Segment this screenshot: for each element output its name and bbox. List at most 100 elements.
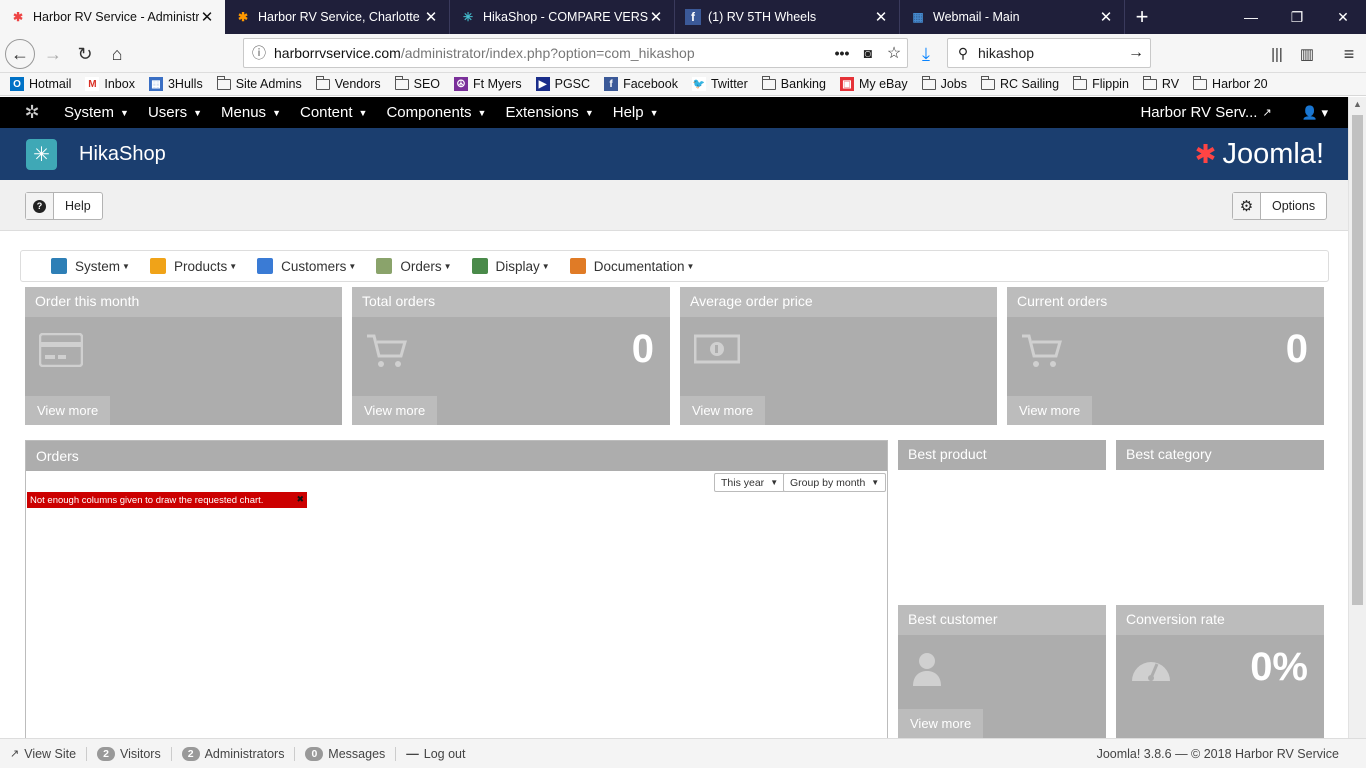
caret-down-icon: ▼ (770, 478, 779, 487)
reload-icon[interactable]: ↻ (70, 39, 100, 69)
scroll-up-icon[interactable]: ▲ (1353, 99, 1362, 109)
menu-extensions[interactable]: Extensions ▼ (505, 104, 593, 121)
bookmark-seo[interactable]: SEO (394, 75, 440, 91)
bookmark-site-admins[interactable]: Site Admins (216, 75, 302, 91)
menu-system[interactable]: System ▼ (64, 104, 129, 121)
help-button[interactable]: ? Help (25, 192, 103, 220)
messages-link[interactable]: 0 Messages (305, 746, 397, 761)
restore-icon[interactable]: ❐ (1274, 0, 1320, 34)
menu-components[interactable]: Components ▼ (386, 104, 486, 121)
bookmark-hotmail[interactable]: O Hotmail (10, 77, 71, 91)
browser-tab-3[interactable]: ✳ HikaShop - COMPARE VERSION ✕ (450, 0, 675, 34)
hikashop-menu-display[interactable]: Display ▼ (471, 258, 550, 274)
view-more-link[interactable]: View more (1007, 396, 1093, 425)
hikashop-menu-customers[interactable]: Customers ▼ (257, 258, 356, 274)
products-icon (149, 258, 166, 274)
new-tab-icon[interactable]: + (1125, 0, 1159, 34)
outlook-icon: O (10, 77, 24, 91)
menu-help[interactable]: Help ▼ (613, 104, 659, 121)
close-icon[interactable]: ✖ (296, 494, 304, 505)
close-tab-icon[interactable]: ✕ (1098, 8, 1114, 26)
bookmark-3hulls[interactable]: ▦ 3Hulls (148, 77, 203, 91)
bookmark-banking[interactable]: Banking (761, 75, 826, 91)
close-tab-icon[interactable]: ✕ (423, 8, 439, 26)
visitors-link[interactable]: 2 Visitors (97, 746, 172, 761)
group-select[interactable]: Group by month ▼ (783, 473, 887, 492)
tab-title: Harbor RV Service, Charlotte H (258, 10, 423, 24)
bookmark-rv[interactable]: RV (1142, 75, 1179, 91)
bookmark-flippin[interactable]: Flippin (1073, 75, 1129, 91)
period-select[interactable]: This year ▼ (714, 473, 786, 492)
menu-menus[interactable]: Menus ▼ (221, 104, 281, 121)
bookmark-label: RC Sailing (1000, 77, 1060, 91)
back-icon[interactable]: ← (5, 39, 35, 69)
card-current-orders: Current orders 0 View more (1007, 287, 1324, 425)
sidebar-icon[interactable]: ▥ (1292, 39, 1322, 69)
tab-title: (1) RV 5TH Wheels (708, 10, 817, 24)
gmail-icon: M (85, 77, 100, 91)
search-go-icon[interactable]: → (1122, 44, 1150, 62)
view-more-link[interactable]: View more (25, 396, 111, 425)
minimize-icon[interactable]: — (1228, 0, 1274, 34)
pocket-icon[interactable]: ◙ (855, 45, 881, 61)
close-window-icon[interactable]: ✕ (1320, 0, 1366, 34)
page-actions-icon[interactable]: ••• (829, 45, 855, 61)
info-icon[interactable]: ⓘ (244, 43, 274, 63)
options-button[interactable]: ⚙ Options (1232, 192, 1328, 220)
bookmark-facebook[interactable]: f Facebook (604, 77, 678, 91)
bookmark-harbor-20[interactable]: Harbor 20 (1193, 75, 1268, 91)
hikashop-menu-products[interactable]: Products ▼ (149, 258, 237, 274)
bookmark-star-icon[interactable]: ☆ (881, 43, 907, 63)
forward-icon[interactable]: → (38, 39, 68, 69)
visitors-badge: 2 (97, 746, 115, 761)
hikashop-menu-orders[interactable]: Orders ▼ (376, 258, 452, 274)
menu-content[interactable]: Content ▼ (300, 104, 367, 121)
bookmark-my-ebay[interactable]: ▣ My eBay (839, 77, 908, 91)
view-site-link[interactable]: ↗ View Site (10, 746, 88, 761)
close-tab-icon[interactable]: ✕ (648, 8, 664, 26)
search-input[interactable]: hikashop (978, 45, 1122, 61)
tab-title: Harbor RV Service - Administra (33, 10, 199, 24)
bookmark-rc-sailing[interactable]: RC Sailing (981, 75, 1060, 91)
scrollbar-thumb[interactable] (1352, 115, 1363, 605)
view-more-link[interactable]: View more (680, 396, 766, 425)
joomla-logo-icon[interactable]: ✲ (0, 102, 64, 123)
site-link[interactable]: Harbor RV Serv... (1140, 104, 1257, 121)
menu-users[interactable]: Users ▼ (148, 104, 202, 121)
logout-link[interactable]: — Log out (406, 747, 475, 761)
grid-icon: ▦ (148, 77, 163, 91)
external-link-icon[interactable]: ↗ (1262, 106, 1271, 119)
menu-icon[interactable]: ≡ (1334, 39, 1364, 69)
url-bar[interactable]: ⓘ harborrvservice.com/administrator/inde… (243, 38, 908, 68)
user-menu-icon[interactable]: 👤 ▾ (1302, 105, 1328, 121)
bookmark-twitter[interactable]: 🐦 Twitter (691, 77, 748, 91)
hikashop-menu-system[interactable]: System ▼ (51, 258, 130, 274)
chart-error-message: Not enough columns given to draw the req… (27, 492, 307, 508)
menu-label: Menus (221, 104, 267, 121)
administrators-link[interactable]: 2 Administrators (181, 746, 296, 761)
page-scrollbar[interactable]: ▲ (1348, 97, 1366, 738)
close-tab-icon[interactable]: ✕ (873, 8, 889, 26)
browser-tab-1[interactable]: ✱ Harbor RV Service - Administra ✕ (0, 0, 225, 34)
cart-icon (366, 333, 408, 372)
bookmark-pgsc[interactable]: ▶ PGSC (535, 77, 590, 91)
library-icon[interactable]: ||| (1262, 39, 1292, 69)
view-more-link[interactable]: View more (898, 709, 984, 738)
hikashop-menu-documentation[interactable]: Documentation ▼ (569, 258, 694, 274)
facebook-favicon-icon: f (685, 9, 701, 25)
downloads-icon[interactable]: ⤓ (911, 39, 941, 69)
browser-tab-4[interactable]: f (1) RV 5TH Wheels ✕ (675, 0, 900, 34)
bookmark-jobs[interactable]: Jobs (921, 75, 967, 91)
menu-label: Help (612, 104, 644, 121)
menu-label: Content (299, 104, 353, 121)
home-icon[interactable]: ⌂ (102, 39, 132, 69)
browser-tab-5[interactable]: ▦ Webmail - Main ✕ (900, 0, 1125, 34)
view-more-link[interactable]: View more (352, 396, 438, 425)
ebay-icon: ▣ (839, 77, 854, 91)
bookmark-vendors[interactable]: Vendors (315, 75, 381, 91)
bookmark-inbox[interactable]: M Inbox (85, 77, 135, 91)
browser-tab-2[interactable]: ✱ Harbor RV Service, Charlotte H ✕ (225, 0, 450, 34)
bookmark-ft-myers[interactable]: ☮ Ft Myers (454, 77, 522, 91)
close-tab-icon[interactable]: ✕ (199, 8, 215, 26)
search-bar[interactable]: ⚲ hikashop → (947, 38, 1151, 68)
